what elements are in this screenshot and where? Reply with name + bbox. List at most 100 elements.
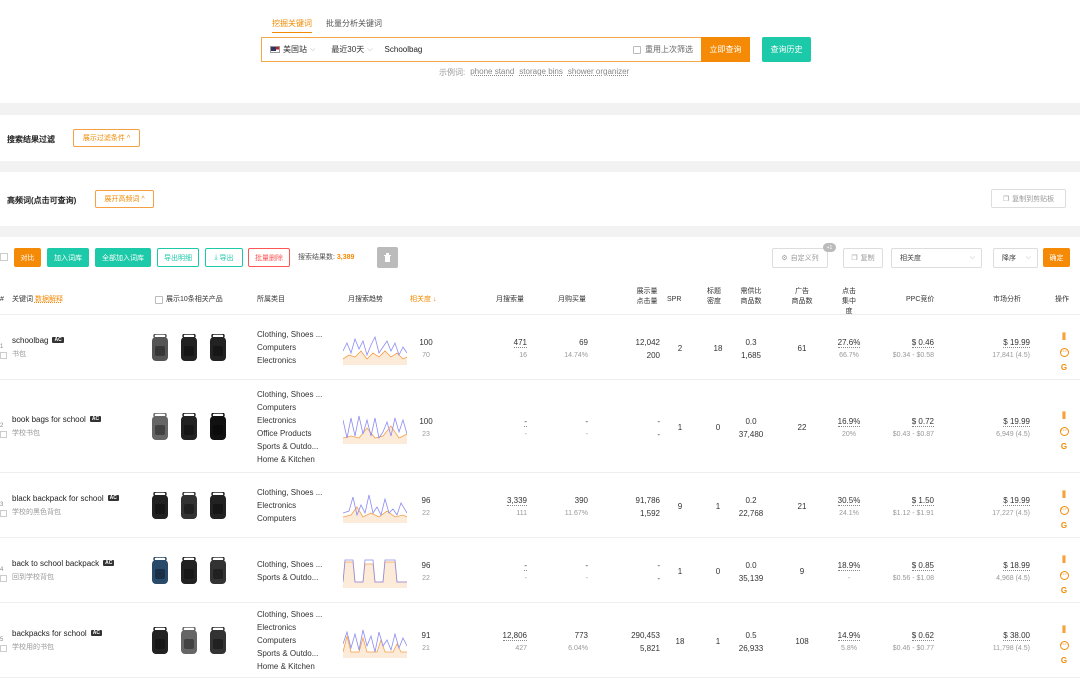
keyword-text[interactable]: schoolbag [12, 336, 48, 345]
more-icon[interactable]: ··· [1059, 570, 1069, 580]
search-button[interactable]: 立即查询 [701, 37, 750, 62]
show-filter-button[interactable]: 展示过滤条件 ^ [73, 129, 140, 147]
example-link[interactable]: shower organizer [568, 67, 629, 78]
monthly-search-value[interactable]: 3,339 [506, 495, 527, 506]
product-thumbnail[interactable] [149, 491, 171, 520]
bar-chart-icon[interactable]: ⫼ [1062, 411, 1066, 421]
product-thumbnail[interactable] [207, 333, 229, 362]
sort-order-select[interactable]: 降序 ⌵ [993, 248, 1038, 268]
monthly-search-value[interactable]: - [524, 416, 527, 427]
period-select[interactable]: 最近30天 ⌵ [323, 44, 380, 55]
product-thumbnail[interactable] [178, 491, 200, 520]
category-item[interactable]: Clothing, Shoes ... [257, 608, 322, 621]
trend-sparkline[interactable] [343, 623, 407, 658]
custom-columns-button[interactable]: ⚙ 自定义列 [772, 248, 828, 268]
keyword-cell[interactable]: book bags for school AC [12, 415, 102, 424]
example-link[interactable]: phone stand [470, 67, 514, 78]
add-to-library-button[interactable]: 加入词库 [47, 248, 89, 267]
market-price-value[interactable]: $ 19.99 [1003, 416, 1030, 427]
ppc-value[interactable]: $ 1.50 [911, 495, 934, 506]
row-checkbox[interactable] [0, 351, 7, 359]
category-item[interactable]: Computers [257, 512, 322, 525]
product-thumbnail[interactable] [207, 626, 229, 655]
product-thumbnail[interactable] [149, 626, 171, 655]
trend-sparkline[interactable] [343, 330, 407, 365]
more-icon[interactable]: ··· [1059, 426, 1069, 436]
table-row[interactable]: 1 schoolbag AC 书包 Clothing, Shoes ... Comp… [0, 315, 1080, 380]
header-relevance[interactable]: 相关度 ↓ [410, 295, 436, 305]
category-item[interactable]: Clothing, Shoes ... [257, 328, 322, 341]
category-item[interactable]: Home & Kitchen [257, 453, 322, 466]
ppc-value[interactable]: $ 0.85 [911, 560, 934, 571]
category-item[interactable]: Sports & Outdo... [257, 571, 322, 584]
product-thumbnail[interactable] [178, 333, 200, 362]
monthly-search-value[interactable]: - [524, 560, 527, 571]
category-item[interactable]: Electronics [257, 414, 322, 427]
add-all-button[interactable]: 全部加入词库 [95, 248, 151, 267]
click-concentration-value[interactable]: 27.6% [837, 337, 861, 348]
category-item[interactable]: Electronics [257, 499, 322, 512]
row-checkbox[interactable] [0, 644, 7, 652]
show-products-checkbox[interactable] [155, 296, 163, 304]
export-button[interactable]: ⤓ 导出 [205, 248, 243, 267]
category-item[interactable]: Electronics [257, 354, 322, 367]
product-thumbnail[interactable] [149, 412, 171, 441]
product-thumbnail[interactable] [207, 556, 229, 585]
row-checkbox[interactable] [0, 509, 7, 517]
table-row[interactable]: 3 black backpack for school AC 学校的黑色背包 Cl… [0, 473, 1080, 538]
site-select[interactable]: 美国站 ⌵ [262, 44, 323, 55]
click-concentration-value[interactable]: 18.9% [837, 560, 861, 571]
product-thumbnail[interactable] [207, 491, 229, 520]
market-price-value[interactable]: $ 19.99 [1003, 337, 1030, 348]
ppc-value[interactable]: $ 0.72 [911, 416, 934, 427]
example-link[interactable]: storage bins [519, 67, 563, 78]
trend-sparkline[interactable] [343, 409, 407, 444]
category-item[interactable]: Computers [257, 634, 322, 647]
more-icon[interactable]: ··· [1059, 505, 1069, 515]
sort-field-select[interactable]: 相关度 ⌵ [891, 248, 982, 268]
trend-sparkline[interactable] [343, 488, 407, 523]
google-icon[interactable]: G [1061, 521, 1067, 531]
row-checkbox[interactable] [0, 574, 7, 582]
trash-button[interactable] [377, 247, 398, 268]
category-item[interactable]: Electronics [257, 621, 322, 634]
bar-chart-icon[interactable]: ⫼ [1062, 332, 1066, 342]
market-price-value[interactable]: $ 38.00 [1003, 630, 1030, 641]
category-item[interactable]: Clothing, Shoes ... [257, 558, 322, 571]
product-thumbnail[interactable] [178, 412, 200, 441]
category-item[interactable]: Computers [257, 401, 322, 414]
expand-freq-button[interactable]: 展开高频词 ^ [95, 190, 154, 208]
keyword-input[interactable]: Schoolbag [381, 45, 633, 54]
market-price-value[interactable]: $ 18.99 [1003, 560, 1030, 571]
category-item[interactable]: Sports & Outdo... [257, 440, 322, 453]
bar-chart-icon[interactable]: ⫼ [1062, 555, 1066, 565]
keyword-text[interactable]: book bags for school [12, 415, 86, 424]
trend-sparkline[interactable] [343, 553, 407, 588]
reuse-filter-checkbox[interactable]: 重用上次筛选 [633, 44, 701, 55]
google-icon[interactable]: G [1061, 363, 1067, 373]
data-explain-link[interactable]: 数据解释 [35, 296, 63, 303]
table-row[interactable]: 2 book bags for school AC 学校书包 Clothing, … [0, 380, 1080, 473]
batch-delete-button[interactable]: 批量删除 [248, 248, 290, 267]
google-icon[interactable]: G [1061, 586, 1067, 596]
monthly-search-value[interactable]: 12,806 [502, 630, 527, 641]
table-row[interactable]: 5 backpacks for school AC 学校用的书包 Clothing… [0, 603, 1080, 678]
ppc-value[interactable]: $ 0.46 [911, 337, 934, 348]
product-thumbnail[interactable] [207, 412, 229, 441]
product-thumbnail[interactable] [178, 626, 200, 655]
confirm-button[interactable]: 确定 [1043, 248, 1070, 267]
monthly-search-value[interactable]: 471 [513, 337, 527, 348]
click-concentration-value[interactable]: 30.5% [837, 495, 861, 506]
click-concentration-value[interactable]: 14.9% [837, 630, 861, 641]
export-detail-button[interactable]: 导出明细 [157, 248, 199, 267]
checkbox[interactable] [633, 45, 641, 54]
keyword-cell[interactable]: schoolbag AC [12, 336, 64, 345]
market-price-value[interactable]: $ 19.99 [1003, 495, 1030, 506]
category-item[interactable]: Clothing, Shoes ... [257, 388, 322, 401]
select-all-checkbox[interactable] [0, 253, 8, 261]
category-item[interactable]: Sports & Outdo... [257, 647, 322, 660]
more-icon[interactable]: ··· [1059, 347, 1069, 357]
bar-chart-icon[interactable]: ⫼ [1062, 625, 1066, 635]
google-icon[interactable]: G [1061, 442, 1067, 452]
keyword-text[interactable]: back to school backpack [12, 559, 99, 568]
